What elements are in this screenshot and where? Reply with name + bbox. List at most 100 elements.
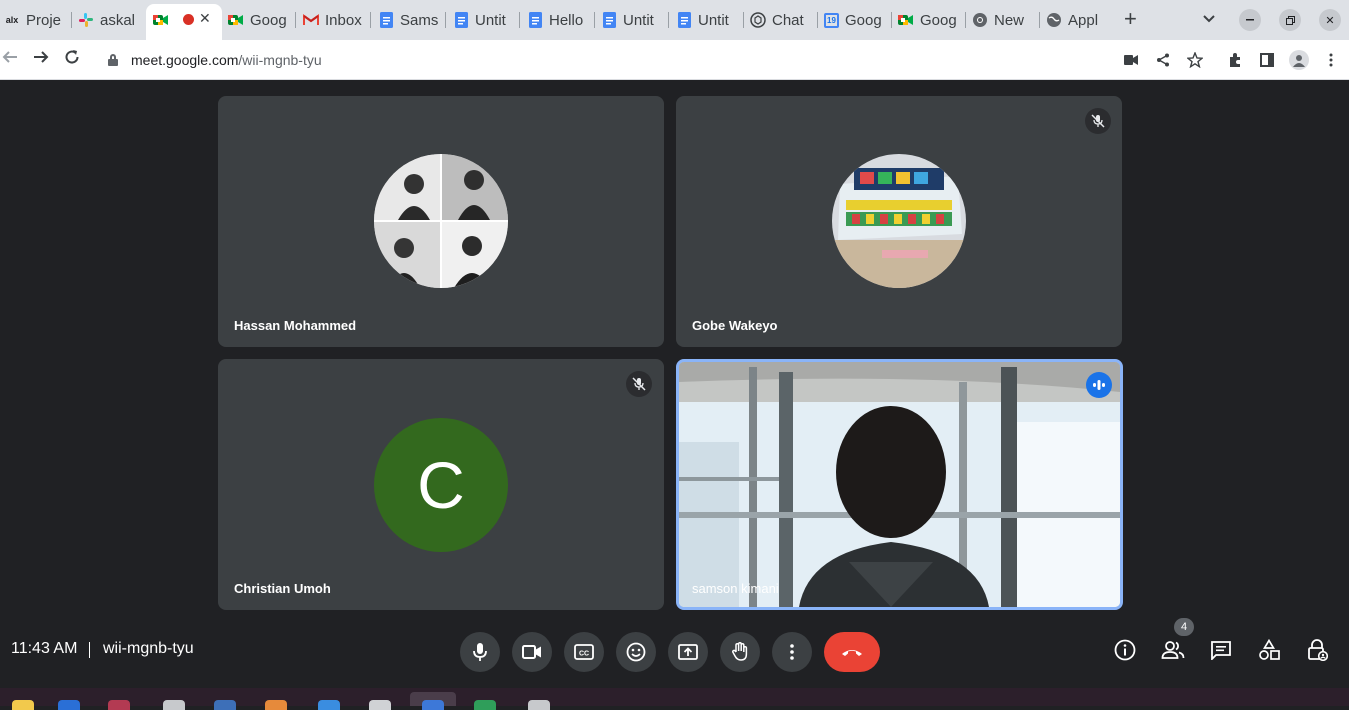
camera-button[interactable] xyxy=(512,632,552,672)
leave-call-button[interactable] xyxy=(824,632,880,672)
microphone-button[interactable] xyxy=(460,632,500,672)
browser-toolbar: meet.google.com/wii-mgnb-tyu xyxy=(0,40,1349,80)
tab-search-chevron-icon[interactable] xyxy=(1203,10,1215,26)
tab-separator xyxy=(668,12,669,28)
tab-separator xyxy=(743,12,744,28)
taskbar-app-icon[interactable] xyxy=(58,700,80,710)
profile-avatar-icon[interactable] xyxy=(1289,50,1309,70)
present-screen-button[interactable] xyxy=(668,632,708,672)
tab-project[interactable]: alx Proje xyxy=(4,6,66,34)
globe-icon xyxy=(1046,12,1062,28)
closed-captions-icon: CC xyxy=(574,644,594,660)
participant-name: Hassan Mohammed xyxy=(234,318,357,333)
participant-count-badge: 4 xyxy=(1174,618,1194,636)
forward-arrow-icon[interactable] xyxy=(33,48,49,70)
reload-icon[interactable] xyxy=(64,48,80,70)
os-taskbar xyxy=(0,688,1349,710)
raise-hand-icon xyxy=(732,642,748,661)
camera-in-use-icon[interactable] xyxy=(1121,50,1141,70)
browser-menu-kebab-icon[interactable] xyxy=(1321,50,1341,70)
side-panel-icon[interactable] xyxy=(1257,50,1277,70)
taskbar-app-icon[interactable] xyxy=(163,700,185,710)
tab-gmail[interactable]: Inbox xyxy=(303,6,365,34)
restore-window-button[interactable] xyxy=(1279,9,1301,31)
tab-google-calendar[interactable]: 19 Goog xyxy=(824,6,886,34)
taskbar-app-icon[interactable] xyxy=(108,700,130,710)
emoji-smile-icon xyxy=(626,642,646,662)
tab-chatgpt[interactable]: Chat xyxy=(750,6,812,34)
more-vert-icon xyxy=(790,644,794,660)
tab-separator xyxy=(965,12,966,28)
activities-shapes-icon[interactable] xyxy=(1255,636,1283,664)
divider xyxy=(89,642,90,658)
docs-icon xyxy=(601,12,617,28)
tab-label: askal xyxy=(100,11,136,29)
calendar-icon: 19 xyxy=(824,12,839,28)
participant-avatar-photo xyxy=(374,154,508,288)
people-icon[interactable] xyxy=(1159,636,1187,664)
share-icon[interactable] xyxy=(1153,50,1173,70)
address-bar[interactable]: meet.google.com/wii-mgnb-tyu xyxy=(96,44,1106,76)
participant-tile-hassan[interactable]: Hassan Mohammed xyxy=(218,96,664,347)
tab-separator xyxy=(1039,12,1040,28)
host-controls-lock-icon[interactable] xyxy=(1303,636,1331,664)
taskbar-app-icon[interactable] xyxy=(318,700,340,710)
meeting-details-info-icon[interactable] xyxy=(1111,636,1139,664)
close-window-button[interactable]: ✕ xyxy=(1319,9,1341,31)
tab-label: Goog xyxy=(845,11,882,29)
taskbar-app-icon[interactable] xyxy=(474,700,496,710)
meeting-code: wii-mgnb-tyu xyxy=(103,640,194,657)
browser-tab-strip: alx Proje askal ✕ Goog Inbox Sams Untit xyxy=(0,0,1349,40)
tab-docs-untitled-1[interactable]: Untit xyxy=(453,6,515,34)
tab-separator xyxy=(71,12,72,28)
raise-hand-button[interactable] xyxy=(720,632,760,672)
tab-docs-untitled-2[interactable]: Untit xyxy=(601,6,663,34)
url-host: meet.google.com xyxy=(131,52,239,68)
chrome-icon xyxy=(972,12,988,28)
taskbar-app-icon[interactable] xyxy=(12,700,34,710)
tab-google-meet-2[interactable]: Goog xyxy=(898,6,960,34)
participant-tile-gobe[interactable]: Gobe Wakeyo xyxy=(676,96,1122,347)
taskbar-app-icon[interactable] xyxy=(422,700,444,710)
video-camera-icon xyxy=(522,645,541,659)
tab-slack[interactable]: askal xyxy=(78,6,140,34)
tab-docs-sams[interactable]: Sams xyxy=(378,6,440,34)
microphone-icon xyxy=(473,643,487,661)
minimize-window-button[interactable] xyxy=(1239,9,1261,31)
tab-google-meet[interactable]: Goog xyxy=(228,6,290,34)
tab-separator xyxy=(370,12,371,28)
chatgpt-icon xyxy=(750,12,766,28)
docs-icon xyxy=(453,12,469,28)
recording-indicator-icon xyxy=(183,14,194,25)
new-tab-button[interactable]: + xyxy=(1124,8,1137,30)
tab-new-tab[interactable]: New xyxy=(972,6,1034,34)
captions-button[interactable]: CC xyxy=(564,632,604,672)
participant-name: samson kimani xyxy=(692,581,779,596)
taskbar-app-icon[interactable] xyxy=(369,700,391,710)
present-screen-icon xyxy=(678,644,698,660)
taskbar-app-icon[interactable] xyxy=(265,700,287,710)
meeting-controls-bar: 11:43 AM wii-mgnb-tyu CC 4 xyxy=(0,618,1349,686)
tab-docs-hello[interactable]: Hello xyxy=(527,6,589,34)
reactions-button[interactable] xyxy=(616,632,656,672)
taskbar-app-icon[interactable] xyxy=(214,700,236,710)
tab-label: Goog xyxy=(250,11,287,29)
tab-docs-untitled-3[interactable]: Untit xyxy=(676,6,738,34)
extensions-puzzle-icon[interactable] xyxy=(1225,50,1245,70)
participant-tile-samson[interactable]: samson kimani xyxy=(676,359,1123,610)
back-arrow-icon[interactable] xyxy=(2,48,18,70)
tab-separator xyxy=(891,12,892,28)
alx-logo-icon: alx xyxy=(5,15,19,25)
tab-meet-current[interactable] xyxy=(153,6,173,34)
chat-icon[interactable] xyxy=(1207,636,1235,664)
bookmark-star-icon[interactable] xyxy=(1185,50,1205,70)
close-tab-icon[interactable]: ✕ xyxy=(199,10,211,27)
lock-icon[interactable] xyxy=(108,54,118,66)
tab-apple[interactable]: Appl xyxy=(1046,6,1102,34)
taskbar-app-icon[interactable] xyxy=(528,700,550,710)
more-options-button[interactable] xyxy=(772,632,812,672)
tab-separator xyxy=(445,12,446,28)
participant-tile-christian[interactable]: C Christian Umoh xyxy=(218,359,664,610)
tab-label: Chat xyxy=(772,11,804,29)
participant-name: Gobe Wakeyo xyxy=(692,318,778,333)
